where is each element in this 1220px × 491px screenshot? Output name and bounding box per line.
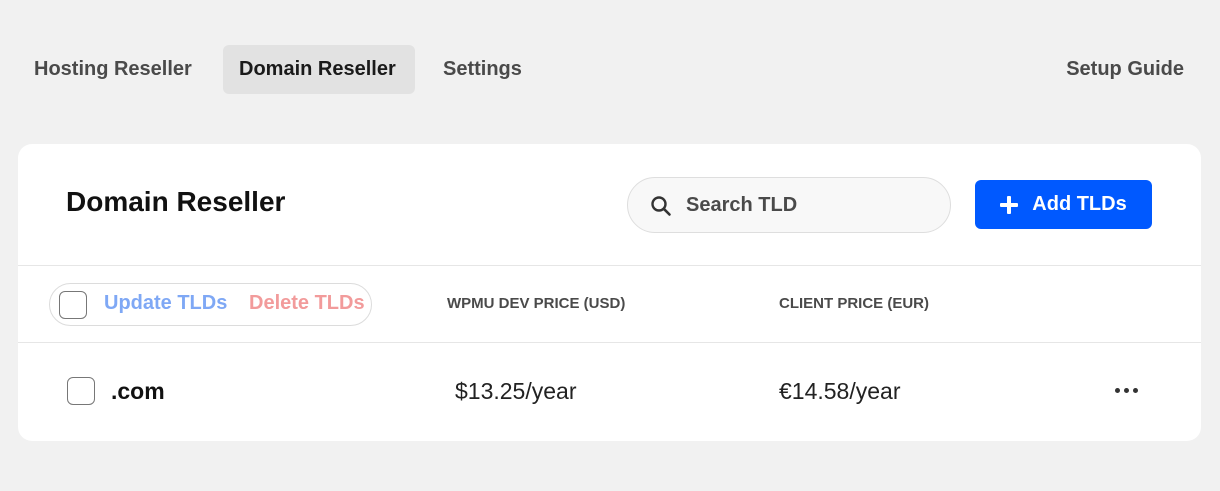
column-header-wpmu-price: WPMU DEV PRICE (USD) bbox=[447, 295, 626, 312]
bulk-actions: Update TLDs Delete TLDs bbox=[49, 283, 372, 326]
search-input[interactable] bbox=[686, 178, 936, 232]
add-tlds-label: Add TLDs bbox=[1032, 193, 1127, 215]
top-navigation: Hosting Reseller Domain Reseller Setting… bbox=[0, 0, 1220, 120]
header-divider bbox=[18, 265, 1201, 266]
plus-icon bbox=[1000, 195, 1019, 214]
add-tlds-button[interactable]: Add TLDs bbox=[975, 180, 1152, 229]
search-icon bbox=[651, 196, 671, 216]
tld-name: .com bbox=[111, 378, 165, 404]
delete-tlds-button[interactable]: Delete TLDs bbox=[249, 292, 365, 315]
more-horizontal-icon[interactable] bbox=[1112, 378, 1142, 402]
table-divider bbox=[18, 342, 1201, 343]
setup-guide-link[interactable]: Setup Guide bbox=[1050, 45, 1200, 94]
client-price: €14.58/year bbox=[779, 378, 901, 404]
tab-settings[interactable]: Settings bbox=[427, 45, 538, 94]
wpmu-price: $13.25/year bbox=[455, 378, 577, 404]
card-title: Domain Reseller bbox=[66, 186, 286, 217]
update-tlds-button[interactable]: Update TLDs bbox=[104, 292, 227, 315]
row-checkbox[interactable] bbox=[67, 377, 95, 405]
search-box[interactable] bbox=[627, 177, 951, 233]
select-all-checkbox[interactable] bbox=[59, 291, 87, 319]
tab-domain-reseller[interactable]: Domain Reseller bbox=[223, 45, 415, 94]
domain-reseller-card: Domain Reseller Add TLDs Update TLDs Del… bbox=[18, 144, 1201, 441]
column-header-client-price: CLIENT PRICE (EUR) bbox=[779, 295, 929, 312]
tab-hosting-reseller[interactable]: Hosting Reseller bbox=[18, 45, 208, 94]
